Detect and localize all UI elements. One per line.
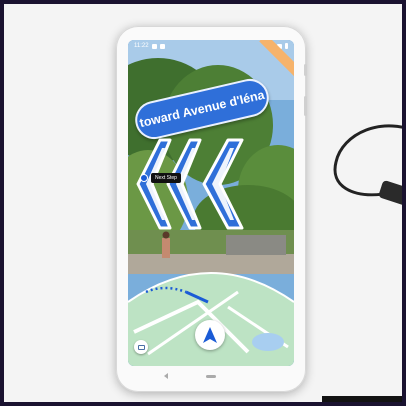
notification-icon [159, 43, 165, 49]
next-step-marker[interactable]: Next Step [140, 173, 181, 183]
phone-screen: 11:22 toward Avenue d'Iéna Next Step [128, 40, 294, 366]
chat-button[interactable] [134, 340, 148, 354]
notification-icon [151, 43, 157, 49]
cable-icon [333, 124, 402, 206]
mini-map[interactable] [128, 262, 294, 366]
next-step-label: Next Step [151, 173, 181, 183]
recents-icon[interactable] [254, 374, 258, 378]
next-step-dot-icon [140, 174, 148, 182]
navigation-arrow-icon [203, 327, 217, 343]
volume-button [304, 96, 307, 116]
turn-left-chevrons-icon [136, 138, 244, 230]
recenter-button[interactable] [195, 320, 225, 350]
phone: 11:22 toward Avenue d'Iéna Next Step [116, 26, 306, 392]
home-icon[interactable] [206, 374, 216, 378]
power-button [304, 64, 307, 76]
system-nav-bar [128, 366, 294, 386]
battery-icon [285, 43, 288, 49]
back-icon[interactable] [164, 373, 168, 379]
status-time: 11:22 [134, 43, 149, 49]
photo-frame: 11:22 toward Avenue d'Iéna Next Step [4, 4, 402, 402]
dark-edge [322, 396, 402, 402]
chat-bubble-icon [137, 344, 145, 350]
